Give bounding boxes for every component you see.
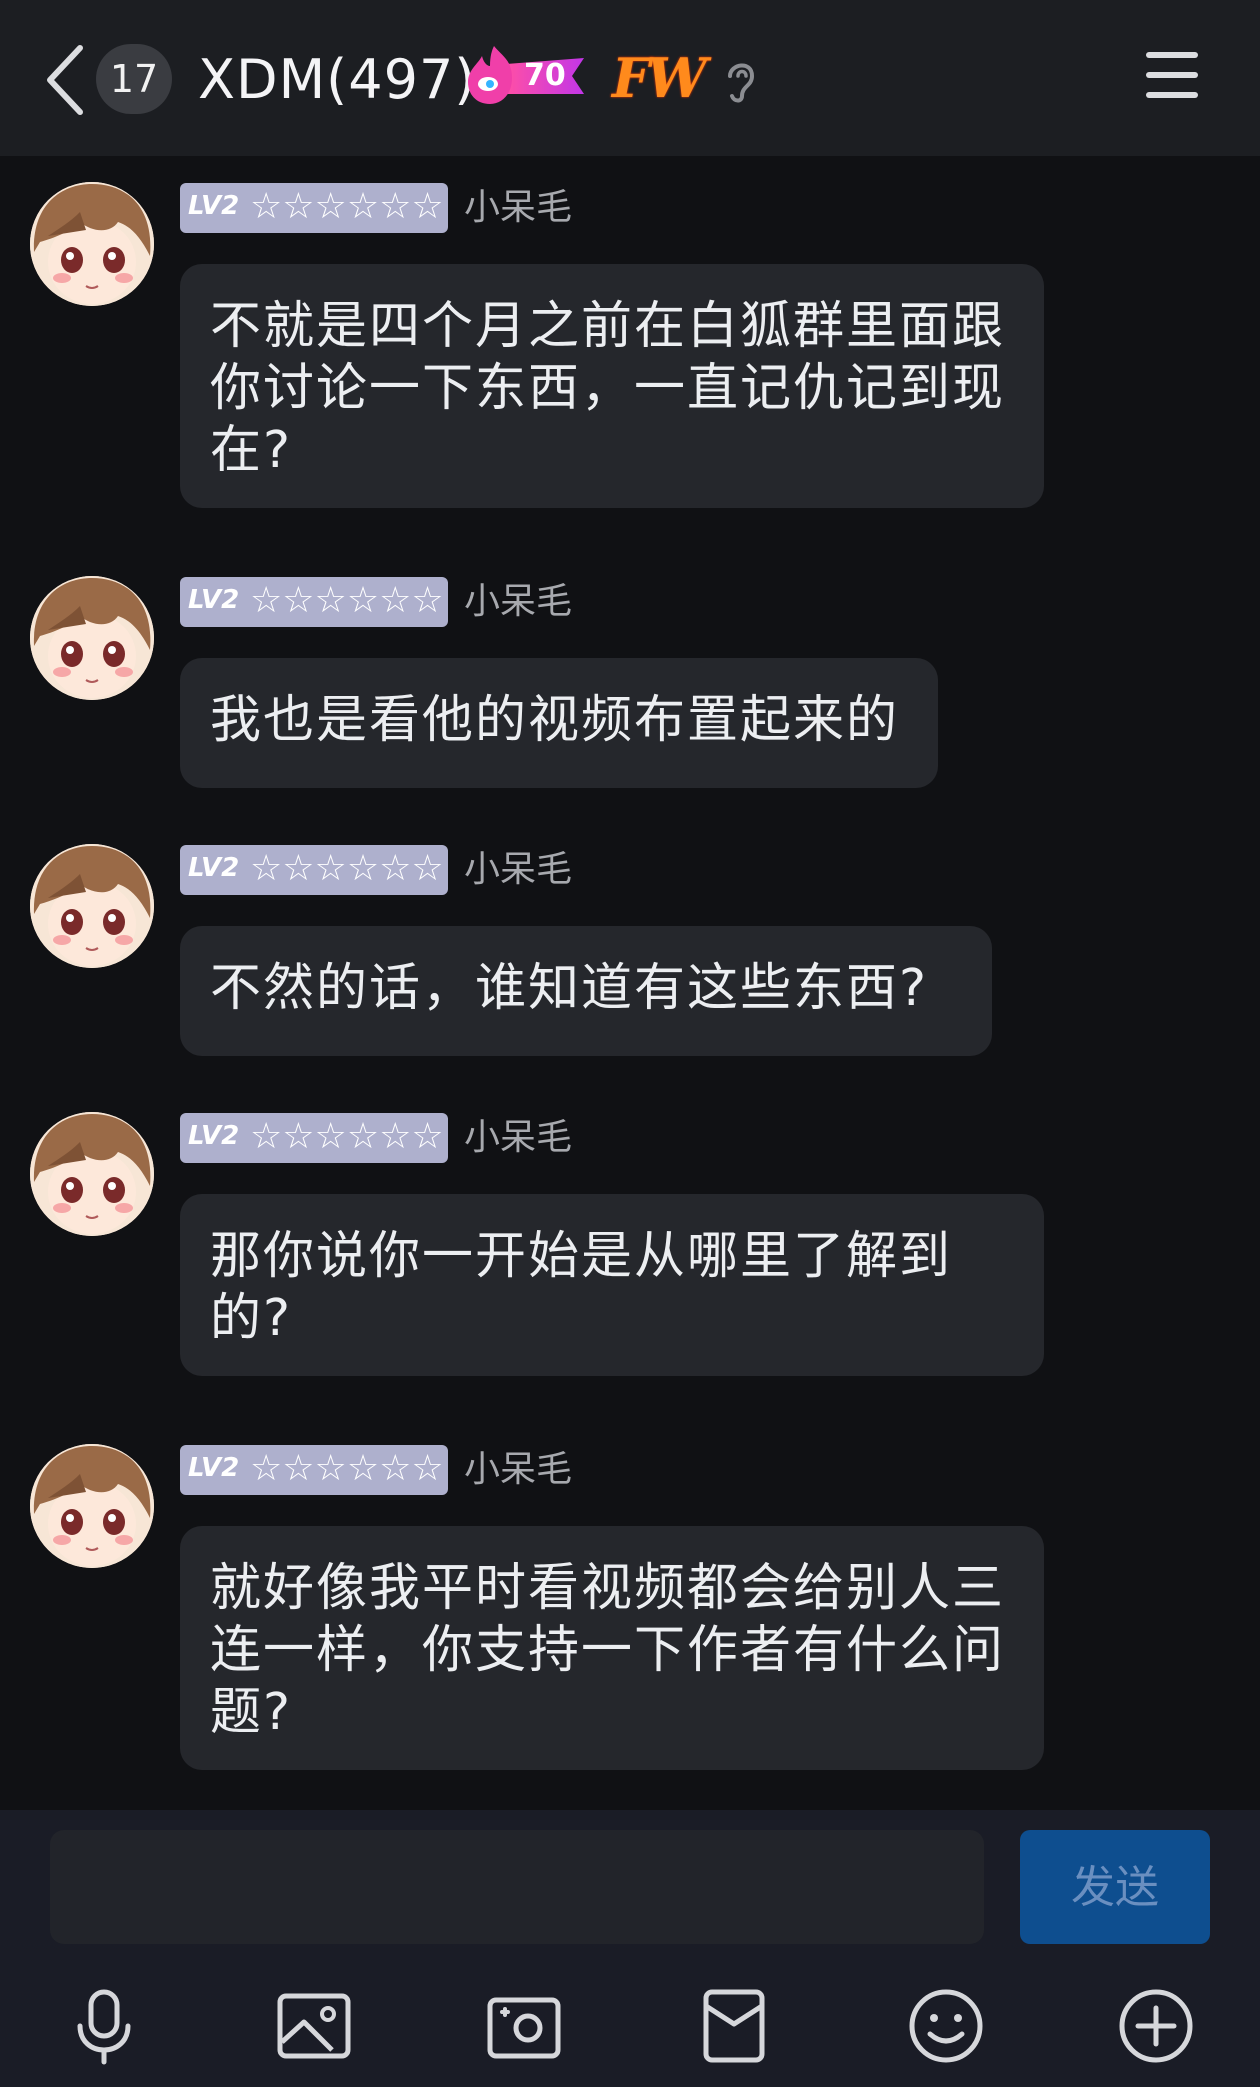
image-icon[interactable] <box>274 1986 354 2066</box>
message-input[interactable] <box>50 1830 984 1944</box>
microphone-icon[interactable] <box>64 1986 144 2066</box>
fw-badge: FW <box>612 46 707 110</box>
unread-count-badge[interactable]: 17 <box>96 44 172 114</box>
avatar[interactable] <box>30 844 154 968</box>
composer-bar: 发送 <box>0 1810 1260 2087</box>
level-label: LV2 <box>188 1121 240 1151</box>
sender-name[interactable]: 小呆毛 <box>464 186 572 230</box>
sender-name[interactable]: 小呆毛 <box>464 1448 572 1492</box>
ear-icon[interactable] <box>722 56 760 104</box>
send-button[interactable]: 发送 <box>1020 1830 1210 1944</box>
level-stars: ☆☆☆☆☆☆ <box>250 186 444 227</box>
back-arrow-icon[interactable] <box>40 40 96 120</box>
level-tag: LV2 ☆☆☆☆☆☆ <box>180 183 448 233</box>
message-bubble[interactable]: 不就是四个月之前在白狐群里面跟你讨论一下东西，一直记仇记到现在? <box>180 264 1044 508</box>
level-stars: ☆☆☆☆☆☆ <box>250 1116 444 1157</box>
level-tag: LV2 ☆☆☆☆☆☆ <box>180 1113 448 1163</box>
group-title[interactable]: XDM(497) <box>198 44 476 116</box>
plus-icon[interactable] <box>1116 1986 1196 2066</box>
level-stars: ☆☆☆☆☆☆ <box>250 580 444 621</box>
level-label: LV2 <box>188 1453 240 1483</box>
fire-level-text: 70 <box>524 58 566 93</box>
sender-name[interactable]: 小呆毛 <box>464 580 572 624</box>
sender-name[interactable]: 小呆毛 <box>464 848 572 892</box>
chat-header: 17 XDM(497) 70 FW <box>0 0 1260 156</box>
level-label: LV2 <box>188 585 240 615</box>
level-stars: ☆☆☆☆☆☆ <box>250 1448 444 1489</box>
avatar[interactable] <box>30 1112 154 1236</box>
level-tag: LV2 ☆☆☆☆☆☆ <box>180 577 448 627</box>
level-tag: LV2 ☆☆☆☆☆☆ <box>180 1445 448 1495</box>
avatar[interactable] <box>30 182 154 306</box>
camera-icon[interactable] <box>484 1986 564 2066</box>
level-label: LV2 <box>188 853 240 883</box>
message-bubble[interactable]: 那你说你一开始是从哪里了解到的? <box>180 1194 1044 1376</box>
emoji-icon[interactable] <box>906 1986 986 2066</box>
sender-name[interactable]: 小呆毛 <box>464 1116 572 1160</box>
menu-icon[interactable] <box>1144 50 1200 100</box>
avatar[interactable] <box>30 576 154 700</box>
message-bubble[interactable]: 我也是看他的视频布置起来的 <box>180 658 938 788</box>
level-label: LV2 <box>188 191 240 221</box>
avatar[interactable] <box>30 1444 154 1568</box>
fire-badge-icon: 70 <box>466 42 590 110</box>
message-bubble[interactable]: 就好像我平时看视频都会给别人三连一样，你支持一下作者有什么问题? <box>180 1526 1044 1770</box>
level-tag: LV2 ☆☆☆☆☆☆ <box>180 845 448 895</box>
message-list[interactable]: LV2 ☆☆☆☆☆☆ 小呆毛 不就是四个月之前在白狐群里面跟你讨论一下东西，一直… <box>0 156 1260 1810</box>
red-packet-icon[interactable] <box>694 1986 774 2066</box>
message-bubble[interactable]: 不然的话，谁知道有这些东西? <box>180 926 992 1056</box>
level-stars: ☆☆☆☆☆☆ <box>250 848 444 889</box>
